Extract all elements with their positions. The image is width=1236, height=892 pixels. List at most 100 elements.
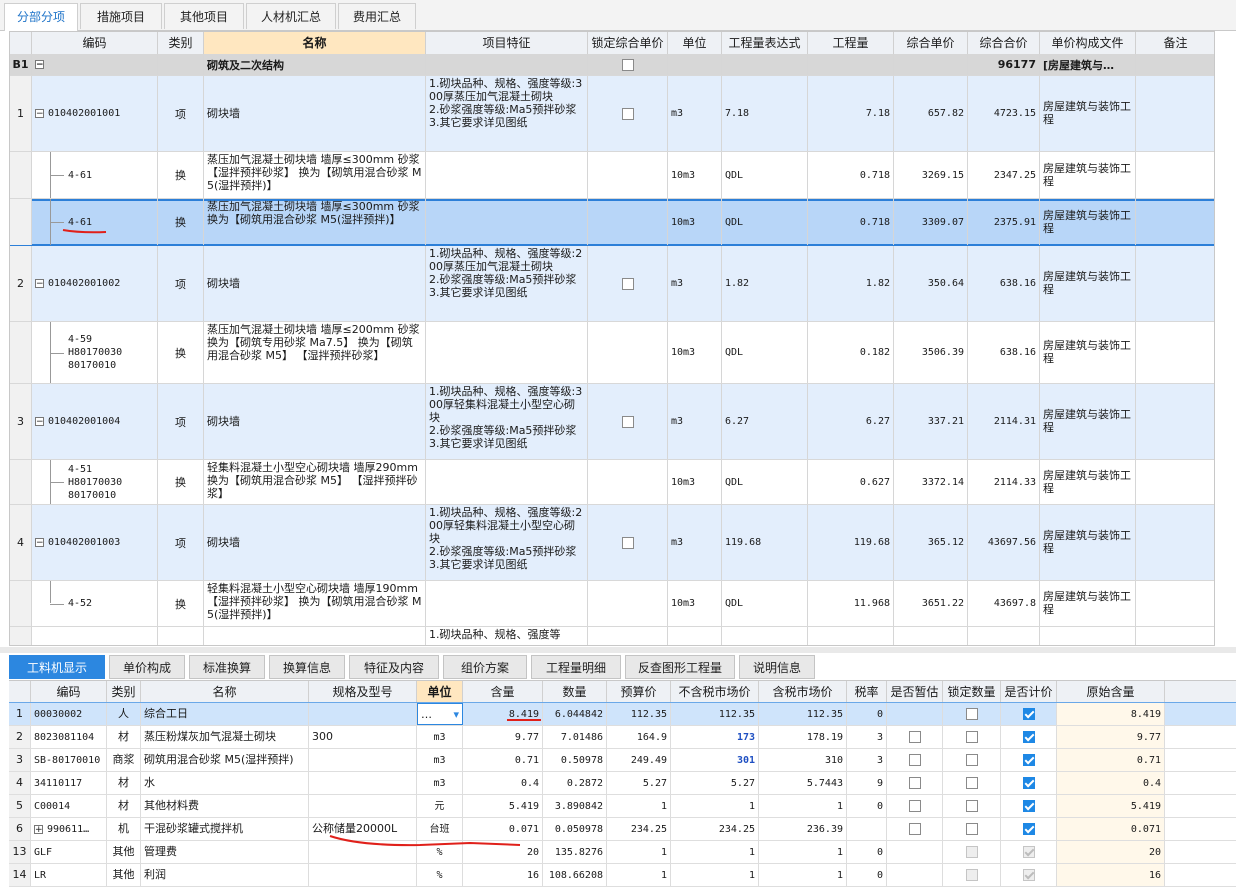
tab-rencaiji-huizong[interactable]: 人材机汇总: [246, 3, 336, 29]
collapse-toggle-icon[interactable]: −: [35, 417, 44, 427]
cell-mkt[interactable]: 173: [737, 732, 755, 743]
lheader-budget[interactable]: 预算价: [607, 681, 671, 703]
cell-qty[interactable]: 6.27: [808, 384, 893, 459]
lheader-type[interactable]: 类别: [107, 681, 141, 703]
tab-fenbu-fenxiang[interactable]: 分部分项: [4, 3, 78, 31]
lock-price-checkbox[interactable]: [621, 415, 634, 428]
header-feature[interactable]: 项目特征: [426, 32, 588, 54]
lheader-unit[interactable]: 单位: [417, 681, 463, 703]
lock-qty-checkbox[interactable]: [965, 800, 978, 812]
cell-qty[interactable]: 1.82: [808, 246, 893, 321]
cell-amount[interactable]: 7.01486: [561, 732, 603, 743]
cell-qty[interactable]: 0.182: [808, 322, 893, 383]
provisional-checkbox[interactable]: [908, 731, 921, 743]
resource-row[interactable]: 13 GLF 其他 管理费% 20 135.8276 1 1 1 0 20: [9, 841, 1236, 864]
cell-mkt[interactable]: 301: [737, 755, 755, 766]
cell-qty[interactable]: 0.718: [808, 199, 893, 245]
provisional-checkbox[interactable]: [908, 823, 921, 835]
cell-mkt_tax[interactable]: 1: [837, 801, 843, 812]
cell-content[interactable]: 0.4: [521, 778, 539, 789]
tab-fancha-tuxing[interactable]: 反查图形工程量: [625, 655, 735, 679]
tab-feiyong-huizong[interactable]: 费用汇总: [338, 3, 416, 29]
lock-qty-checkbox[interactable]: [965, 754, 978, 766]
provisional-checkbox[interactable]: [908, 777, 921, 789]
cell-mkt_tax[interactable]: 112.35: [807, 709, 843, 720]
lheader-priced[interactable]: 是否计价: [1001, 681, 1057, 703]
lock-qty-checkbox[interactable]: [965, 731, 978, 743]
header-expr[interactable]: 工程量表达式: [722, 32, 808, 54]
cell-mkt[interactable]: 234.25: [719, 824, 755, 835]
cell-expr[interactable]: 119.68: [722, 505, 807, 580]
lheader-amount[interactable]: 数量: [543, 681, 607, 703]
cell-expr[interactable]: 7.18: [722, 76, 807, 151]
header-lock-price[interactable]: 锁定综合单价: [588, 32, 668, 54]
cell-amount[interactable]: 135.8276: [555, 847, 603, 858]
lock-qty-checkbox[interactable]: [965, 823, 978, 835]
cell-name[interactable]: 砌块墙: [204, 246, 425, 291]
cell-name[interactable]: 蒸压加气混凝土砌块墙 墙厚≤200mm 砂浆 换为【砌筑专用砂浆 Ma7.5】 …: [204, 322, 425, 363]
cell-name[interactable]: 利润: [144, 868, 166, 881]
cell-qty[interactable]: 0.627: [808, 460, 893, 504]
bill-item-row[interactable]: 2 −010402001002 项 砌块墙 1.砌块品种、规格、强度等级:200厚蒸压加…: [10, 246, 1214, 322]
resource-row[interactable]: 4 34110117 材 水 m3 0.4 0.2872 5.27 5.27 5.7443 9 0.4: [9, 772, 1236, 795]
cell-content[interactable]: 0.71: [515, 755, 539, 766]
cell-qty[interactable]: [808, 627, 893, 645]
cell-name[interactable]: 蒸压粉煤灰加气混凝土砌块: [144, 730, 276, 743]
quota-row[interactable]: 4-61 换 蒸压加气混凝土砌块墙 墙厚≤300mm 砂浆 【湿拌预拌砂浆】 换为【…: [10, 152, 1214, 199]
resource-row[interactable]: 1 00030002 人 综合工日 … ▾ 8.419 6.044842 112.35 112.3…: [9, 702, 1236, 727]
lheader-code[interactable]: 编码: [31, 681, 107, 703]
tab-huansuan-xinxi[interactable]: 换算信息: [269, 655, 345, 679]
lheader-spec[interactable]: 规格及型号: [309, 681, 417, 703]
header-unit-price[interactable]: 综合单价: [894, 32, 968, 54]
lock-price-checkbox[interactable]: [621, 277, 634, 290]
cell-content[interactable]: 5.419: [509, 801, 539, 812]
cell-name[interactable]: 砌块墙: [204, 76, 425, 121]
cell-spec[interactable]: 公称储量20000L: [312, 822, 397, 835]
cell-mkt[interactable]: 1: [749, 801, 755, 812]
chevron-down-icon[interactable]: ▾: [453, 704, 459, 724]
cell-name[interactable]: 轻集料混凝土小型空心砌块墙 墙厚290mm 换为【砌筑用混合砂浆 M5】 【湿拌…: [204, 460, 425, 501]
cell-name[interactable]: 砌块墙: [204, 384, 425, 429]
pane-splitter[interactable]: [0, 647, 1236, 653]
cell-amount[interactable]: 3.890842: [555, 801, 603, 812]
cell-name[interactable]: 综合工日: [144, 707, 188, 720]
cell-amount[interactable]: 0.2872: [567, 778, 603, 789]
cell-name[interactable]: 水: [144, 776, 155, 789]
lheader-name[interactable]: 名称: [141, 681, 309, 703]
collapse-toggle-icon[interactable]: −: [35, 279, 44, 289]
cell-amount[interactable]: 108.66208: [549, 870, 603, 881]
header-price-file[interactable]: 单价构成文件: [1040, 32, 1136, 54]
cell-content[interactable]: 9.77: [515, 732, 539, 743]
header-code[interactable]: 编码: [32, 32, 158, 54]
resource-row[interactable]: 14 LR 其他 利润% 16 108.66208 1 1 1 0 16: [9, 864, 1236, 887]
quota-row[interactable]: 4-51 H80170030 80170010 换 轻集料混凝土小型空心砌块墙 墙厚…: [10, 460, 1214, 505]
lock-price-checkbox[interactable]: [621, 58, 634, 71]
cell-expr[interactable]: QDL: [722, 460, 807, 504]
priced-checkbox[interactable]: [1022, 731, 1035, 743]
cell-name[interactable]: 干混砂浆罐式搅拌机: [144, 822, 243, 835]
bill-item-row[interactable]: 1 −010402001001 项 砌块墙 1.砌块品种、规格、强度等级:300厚蒸压加…: [10, 76, 1214, 152]
cell-mkt[interactable]: 1: [749, 847, 755, 858]
tab-gongchengliang-mingxi[interactable]: 工程量明细: [531, 655, 621, 679]
header-type[interactable]: 类别: [158, 32, 204, 54]
cell-mkt[interactable]: 5.27: [731, 778, 755, 789]
collapse-toggle-icon[interactable]: −: [35, 109, 44, 119]
quota-row[interactable]: 4-61 换 蒸压加气混凝土砌块墙 墙厚≤300mm 砂浆 换为【砌筑用混合砂浆 M…: [10, 199, 1214, 246]
resource-row[interactable]: 3 SB-80170010 商浆 砌筑用混合砂浆 M5(湿拌预拌) m3 0.71 0.50…: [9, 749, 1236, 772]
cell-content[interactable]: 0.071: [509, 824, 539, 835]
tab-shuoming-xinxi[interactable]: 说明信息: [739, 655, 815, 679]
cell-qty[interactable]: 119.68: [808, 505, 893, 580]
cell-expr[interactable]: 6.27: [722, 384, 807, 459]
quota-row[interactable]: 4-59 H80170030 80170010 换 蒸压加气混凝土砌块墙 墙厚≤20…: [10, 322, 1214, 384]
header-unit[interactable]: 单位: [668, 32, 722, 54]
cell-expr[interactable]: [722, 627, 807, 645]
cell-qty[interactable]: 7.18: [808, 76, 893, 151]
cell-mkt_tax[interactable]: 310: [825, 755, 843, 766]
cell-name[interactable]: 管理费: [144, 845, 177, 858]
priced-checkbox[interactable]: [1022, 754, 1035, 766]
lock-price-checkbox[interactable]: [621, 107, 634, 120]
cell-name[interactable]: 砌块墙: [204, 505, 425, 550]
cell-expr[interactable]: 1.82: [722, 246, 807, 321]
tab-zujia-fangan[interactable]: 组价方案: [443, 655, 527, 679]
cell-name[interactable]: 轻集料混凝土小型空心砌块墙 墙厚190mm 【湿拌预拌砂浆】 换为【砌筑用混合砂…: [204, 581, 425, 622]
